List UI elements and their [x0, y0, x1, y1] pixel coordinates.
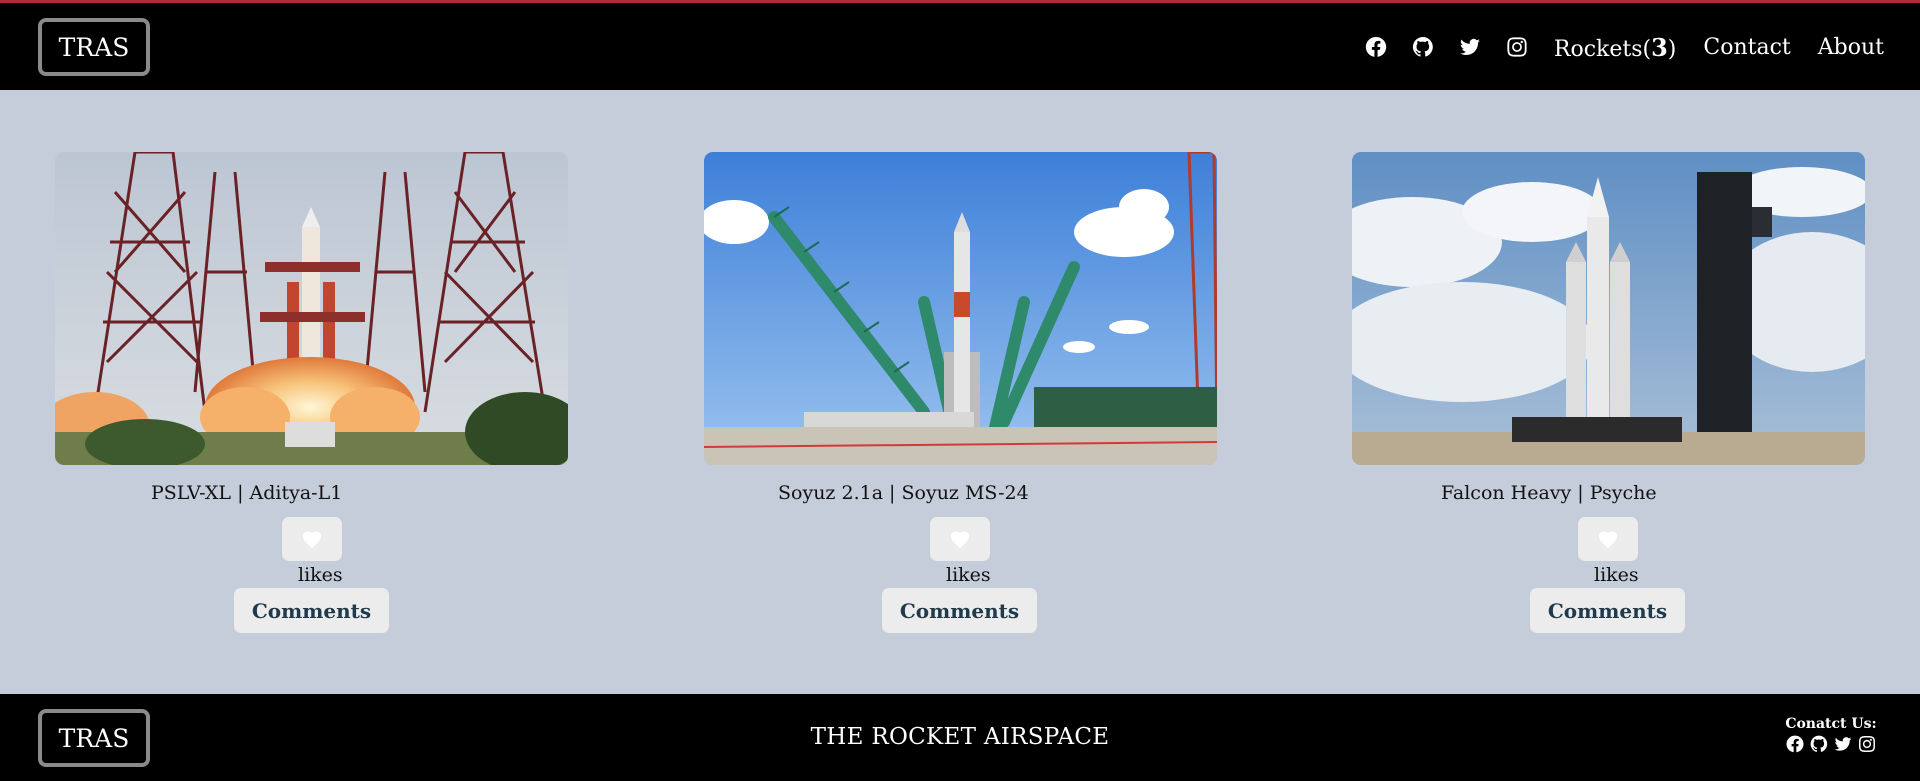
brand-logo[interactable]: TRAS [38, 18, 150, 76]
social-links [1364, 35, 1552, 59]
rocket-title: Falcon Heavy | Psyche [1441, 482, 1657, 504]
footer-tagline: THE ROCKET AIRSPACE [810, 724, 1110, 750]
nav-contact-link[interactable]: Contact [1703, 35, 1790, 60]
instagram-icon[interactable] [1505, 35, 1529, 59]
rocket-title: Soyuz 2.1a | Soyuz MS-24 [778, 482, 1029, 504]
heart-icon [950, 531, 970, 549]
rocket-card: Falcon Heavy | Psyche likes Comments [1352, 152, 1865, 633]
nav-about-link[interactable]: About [1818, 35, 1884, 60]
comments-button[interactable]: Comments [234, 588, 389, 633]
rocket-card: Soyuz 2.1a | Soyuz MS-24 likes Comments [704, 152, 1217, 633]
like-button[interactable] [1578, 517, 1638, 561]
footer-contact: Conatct Us: [1776, 716, 1886, 754]
heart-icon [302, 531, 322, 549]
nav-rockets-label: Rockets( [1553, 36, 1652, 62]
heart-icon [1598, 531, 1618, 549]
comments-button[interactable]: Comments [882, 588, 1037, 633]
likes-label: likes [946, 564, 991, 586]
like-button[interactable] [282, 517, 342, 561]
rocket-card: PSLV-XL | Aditya-L1 likes Comments [55, 152, 568, 633]
footer-social-links [1776, 734, 1886, 754]
likes-label: likes [1594, 564, 1639, 586]
github-icon[interactable] [1809, 734, 1829, 754]
twitter-icon[interactable] [1458, 35, 1482, 59]
instagram-icon[interactable] [1857, 734, 1877, 754]
twitter-icon[interactable] [1833, 734, 1853, 754]
like-button[interactable] [930, 517, 990, 561]
rocket-image-pslv [55, 152, 568, 465]
nav-menu: Rockets(3) Contact About [1364, 27, 1884, 67]
contact-label: Conatct Us: [1785, 716, 1877, 732]
rockets-count-badge: 3 [1651, 32, 1668, 62]
nav-rockets-close: ) [1667, 36, 1677, 62]
rocket-image-falcon-heavy [1352, 152, 1865, 465]
rocket-title: PSLV-XL | Aditya-L1 [151, 482, 343, 504]
nav-rockets-link[interactable]: Rockets(3) [1554, 33, 1677, 62]
site-footer: TRAS THE ROCKET AIRSPACE Conatct Us: [0, 694, 1920, 781]
likes-label: likes [298, 564, 343, 586]
rocket-image-soyuz [704, 152, 1217, 465]
top-navbar: TRAS Rockets(3) Contact About [0, 0, 1920, 90]
comments-button[interactable]: Comments [1530, 588, 1685, 633]
github-icon[interactable] [1411, 35, 1435, 59]
facebook-icon[interactable] [1785, 734, 1805, 754]
facebook-icon[interactable] [1364, 35, 1388, 59]
